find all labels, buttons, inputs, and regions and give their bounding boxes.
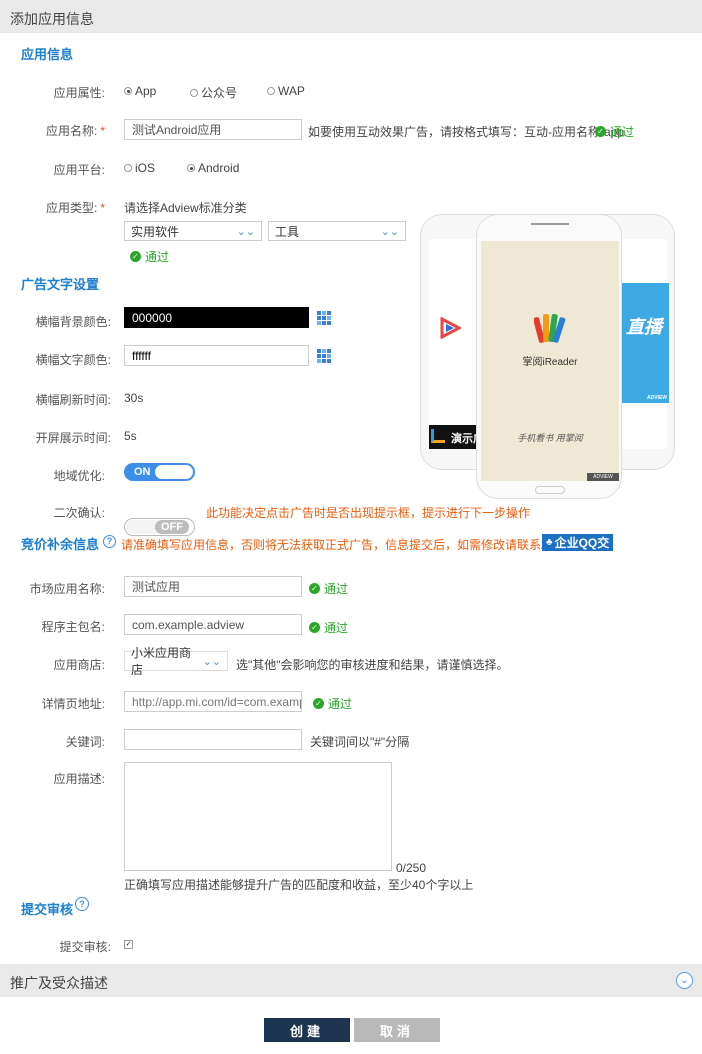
description-label: 应用描述:: [53, 772, 105, 786]
refresh-label: 横幅刷新时间:: [35, 393, 111, 407]
bid-notice: 请准确填写应用信息，否则将无法获取正式广告，信息提交后，如需修改请联系AdVie…: [121, 538, 606, 552]
color-picker-icon[interactable]: [317, 311, 331, 325]
qq-contact-button[interactable]: ♣ 企业QQ交: [542, 534, 614, 551]
app-name-status: ✓ 通过: [595, 123, 634, 140]
geo-label: 地域优化:: [53, 469, 105, 483]
promo-section-bar[interactable]: 推广及受众描述 ⌄: [0, 964, 702, 997]
store-hint: 选"其他"会影响您的审核进度和结果，请谨慎选择。: [236, 658, 509, 672]
detail-url-label: 详情页地址:: [41, 697, 105, 711]
package-input[interactable]: com.example.adview: [124, 614, 302, 635]
radio-dot: [187, 164, 195, 172]
cancel-button[interactable]: 取消: [354, 1018, 440, 1042]
submit-review-label: 提交审核:: [59, 940, 111, 954]
radio-dot: [124, 87, 132, 95]
preview-splash-screen: 掌阅iReader 手机看书 用掌阅 ADVIEW: [481, 241, 619, 481]
promo-section-title: 推广及受众描述: [10, 975, 108, 991]
color-picker-icon[interactable]: [317, 349, 331, 363]
check-icon: ✓: [595, 126, 606, 137]
check-icon: ✓: [313, 698, 324, 709]
description-hint: 正确填写应用描述能够提升广告的匹配度和收益，至少40个字以上: [124, 878, 474, 892]
check-icon: ✓: [309, 583, 320, 594]
section-title-app-info: 应用信息: [21, 47, 74, 62]
confirm-warning: 此功能决定点击广告时是否出现提示框，提示进行下一步操作: [206, 506, 531, 520]
section-title-ad-text: 广告文字设置: [21, 277, 100, 292]
detail-url-input[interactable]: http://app.mi.com/id=com.example: [124, 691, 302, 712]
geo-toggle[interactable]: ON: [124, 463, 195, 481]
splash-value: 5s: [124, 429, 137, 443]
description-counter: 0/250: [396, 861, 427, 875]
radio-android[interactable]: Android: [187, 161, 239, 175]
text-color-label: 横幅文字颜色:: [35, 353, 111, 367]
keywords-hint: 关键词间以"#"分隔: [310, 735, 410, 749]
chevron-down-icon: ⌄⌄: [380, 225, 399, 238]
radio-dot: [190, 88, 198, 97]
radio-app[interactable]: App: [124, 84, 156, 98]
section-title-bid: 竞价补余信息: [21, 537, 100, 552]
description-textarea[interactable]: [124, 762, 392, 871]
package-label: 程序主包名:: [41, 620, 105, 634]
app-name-input[interactable]: 测试Android应用: [124, 119, 302, 140]
bg-color-label: 横幅背景颜色:: [35, 315, 111, 329]
page-title: 添加应用信息: [10, 11, 94, 27]
category-primary-select[interactable]: 实用软件 ⌄⌄: [124, 221, 262, 241]
market-name-status: ✓ 通过: [309, 580, 348, 597]
text-color-input[interactable]: ffffff: [124, 345, 309, 366]
package-status: ✓ 通过: [309, 619, 348, 636]
detail-url-status: ✓ 通过: [313, 695, 352, 712]
attribute-label: 应用属性:: [53, 86, 105, 100]
refresh-value: 30s: [124, 391, 144, 405]
keywords-input[interactable]: [124, 729, 302, 750]
app-name-label: 应用名称: *: [45, 124, 105, 138]
store-label: 应用商店:: [53, 658, 105, 672]
category-label: 应用类型: *: [45, 201, 105, 215]
check-icon: ✓: [130, 251, 141, 262]
platform-label: 应用平台:: [53, 163, 105, 177]
submit-review-checkbox[interactable]: ✓: [124, 940, 133, 949]
category-secondary-select[interactable]: 工具 ⌄⌄: [268, 221, 406, 241]
store-select[interactable]: 小米应用商店 ⌄⌄: [124, 646, 228, 677]
app-name-hint: 如要使用互动效果广告，请按格式填写：互动-应用名称-app: [308, 125, 625, 139]
help-icon[interactable]: ?: [103, 535, 116, 548]
page-header: 添加应用信息: [0, 0, 702, 33]
video-play-icon: [439, 316, 463, 342]
qq-icon: ♣: [546, 537, 553, 548]
radio-dot: [124, 164, 132, 172]
category-hint: 请选择Adview标准分类: [124, 201, 247, 215]
radio-official-account[interactable]: 公众号: [190, 84, 237, 101]
confirm-label: 二次确认:: [53, 506, 105, 520]
radio-dot: [267, 87, 275, 95]
expand-chevron-icon[interactable]: ⌄: [676, 972, 693, 989]
phone-preview-front: 掌阅iReader 手机看书 用掌阅 ADVIEW: [476, 214, 622, 499]
category-status: ✓ 通过: [130, 248, 169, 265]
market-name-input[interactable]: 测试应用: [124, 576, 302, 597]
splash-label: 开屏展示时间:: [35, 431, 111, 445]
help-icon[interactable]: ?: [75, 897, 89, 911]
section-title-submit: 提交审核: [21, 902, 74, 917]
market-name-label: 市场应用名称:: [29, 582, 105, 596]
bg-color-input[interactable]: 000000: [124, 307, 309, 328]
preview-right-banner: 直播 ADVIEW: [620, 283, 669, 403]
keywords-label: 关键词:: [65, 735, 105, 749]
confirm-toggle[interactable]: OFF: [124, 518, 195, 536]
radio-wap[interactable]: WAP: [267, 84, 305, 98]
radio-ios[interactable]: iOS: [124, 161, 155, 175]
create-button[interactable]: 创建: [264, 1018, 350, 1042]
ireader-logo-icon: [533, 311, 566, 348]
chevron-down-icon: ⌄⌄: [202, 655, 221, 668]
chevron-down-icon: ⌄⌄: [236, 225, 255, 238]
check-icon: ✓: [309, 622, 320, 633]
